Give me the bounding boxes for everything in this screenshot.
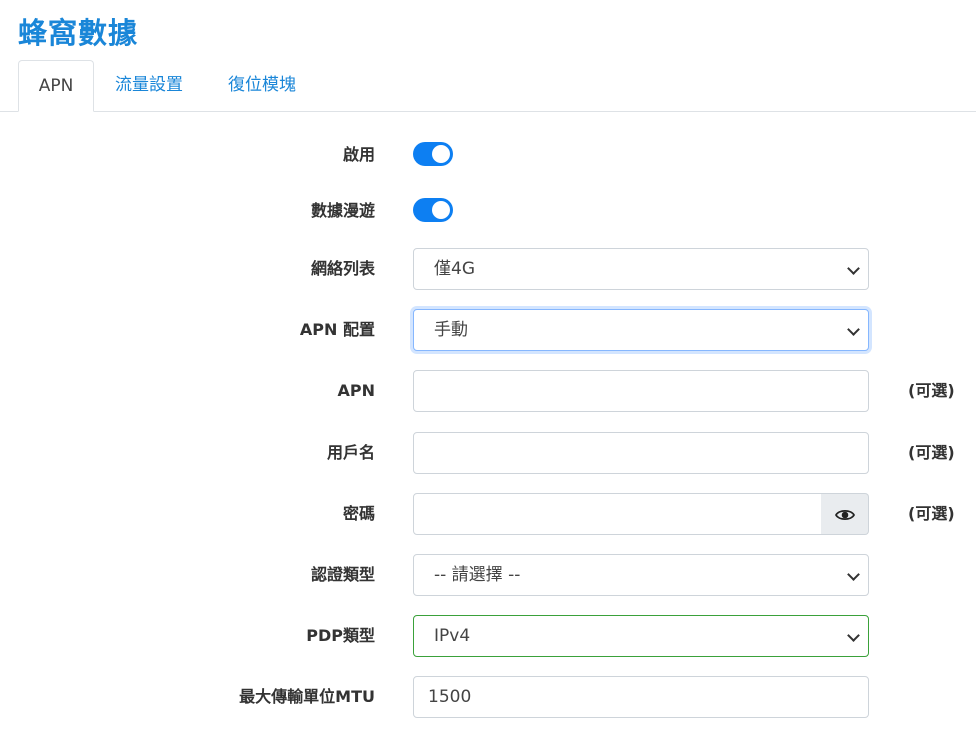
page-title: 蜂窩數據 xyxy=(18,16,139,50)
mtu-label: 最大傳輸單位MTU xyxy=(239,687,375,706)
apn-input[interactable] xyxy=(413,370,869,412)
roaming-label: 數據漫遊 xyxy=(310,201,375,220)
show-password-button[interactable] xyxy=(821,493,869,535)
network-list-label: 網絡列表 xyxy=(310,259,375,278)
pdp-type-value: IPv4 xyxy=(434,626,471,646)
auth-type-value: -- 請選擇 -- xyxy=(434,565,521,585)
tab-reset-module[interactable]: 復位模塊 xyxy=(228,60,296,110)
tab-apn[interactable]: APN xyxy=(18,60,94,112)
password-label: 密碼 xyxy=(342,504,375,523)
toggle-knob xyxy=(432,145,450,163)
chevron-down-icon xyxy=(847,262,860,275)
auth-type-select[interactable]: -- 請選擇 -- xyxy=(413,554,869,596)
username-optional-hint: (可選) xyxy=(908,443,955,462)
pdp-type-label: PDP類型 xyxy=(306,626,375,645)
roaming-toggle[interactable] xyxy=(413,198,453,222)
password-optional-hint: (可選) xyxy=(908,504,955,523)
network-list-select[interactable]: 僅4G xyxy=(413,248,869,290)
username-input[interactable] xyxy=(413,432,869,474)
apn-config-select[interactable]: 手動 xyxy=(413,309,869,351)
username-label: 用戶名 xyxy=(326,443,375,462)
auth-type-label: 認證類型 xyxy=(310,565,375,584)
apn-config-value: 手動 xyxy=(434,320,468,340)
apn-config-label: APN 配置 xyxy=(299,320,375,339)
network-list-value: 僅4G xyxy=(434,259,475,279)
chevron-down-icon xyxy=(847,323,860,336)
chevron-down-icon xyxy=(847,568,860,581)
toggle-knob xyxy=(432,201,450,219)
tab-bar: APN 流量設置 復位模塊 xyxy=(0,60,976,112)
enable-toggle[interactable] xyxy=(413,142,453,166)
password-input[interactable] xyxy=(413,493,822,535)
mtu-input[interactable] xyxy=(413,676,869,718)
pdp-type-select[interactable]: IPv4 xyxy=(413,615,869,657)
apn-optional-hint: (可選) xyxy=(908,381,955,400)
apn-label: APN xyxy=(337,381,376,400)
tab-traffic-settings[interactable]: 流量設置 xyxy=(115,60,183,110)
enable-label: 啟用 xyxy=(342,145,375,164)
eye-icon xyxy=(835,509,855,521)
chevron-down-icon xyxy=(847,629,860,642)
